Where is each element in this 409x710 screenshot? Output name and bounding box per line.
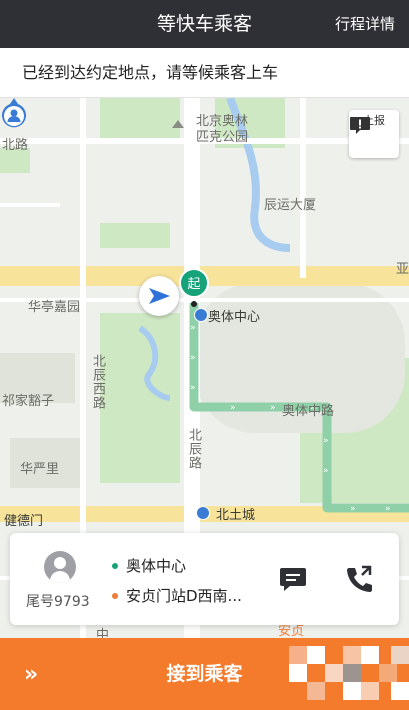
trip-card: 尾号9793 奥体中心 安贞门站D西南... xyxy=(10,533,399,625)
route-start: 奥体中心 xyxy=(112,551,242,581)
map-label-ya: 亚 xyxy=(396,262,409,277)
trip-details-link[interactable]: 行程详情 xyxy=(335,0,395,48)
start-dot-icon xyxy=(112,563,118,569)
map-label-huayanli: 华严里 xyxy=(20,462,60,477)
route-end-label: 安贞门站D西南... xyxy=(126,587,242,605)
end-dot-icon xyxy=(112,593,118,599)
metro-station-icon xyxy=(196,506,210,520)
passenger-avatar xyxy=(44,551,76,583)
pickup-slider[interactable]: » 接到乘客 xyxy=(0,638,409,710)
passenger-tail-number: 尾号9793 xyxy=(26,594,90,610)
blurred-region xyxy=(289,646,409,700)
status-notice: 已经到达约定地点，请等候乘客上车 xyxy=(0,48,409,98)
map-label-beitucheng: 北土城 xyxy=(216,508,256,523)
notice-text: 已经到达约定地点，请等候乘客上车 xyxy=(22,63,279,82)
map-label-chenyun: 辰运大厦 xyxy=(264,198,317,213)
svg-text:»: » xyxy=(350,504,356,514)
header-bar: 等快车乘客 行程详情 xyxy=(0,0,409,48)
svg-text:»: » xyxy=(323,466,329,476)
svg-text:»: » xyxy=(190,323,196,333)
start-point-dot xyxy=(191,301,197,307)
svg-text:»: » xyxy=(190,383,196,393)
phone-icon[interactable] xyxy=(343,564,373,594)
map-label-zhong: 中 xyxy=(96,628,110,638)
svg-text:»: » xyxy=(270,403,276,413)
alert-icon xyxy=(350,117,370,134)
map-label-huating: 华亭嘉园 xyxy=(28,300,81,315)
map-label-beichen-road: 北辰路 xyxy=(186,428,201,470)
map-label-aoti-center: 奥体中心 xyxy=(208,310,261,325)
map-label-jiandemen: 健德门 xyxy=(4,514,44,529)
svg-text:»: » xyxy=(323,436,329,446)
report-button[interactable]: 上报 xyxy=(349,110,399,158)
map-label-beichen-west-road: 北辰西路 xyxy=(90,354,105,410)
map-label-park: 北京奥林匹克公园 xyxy=(196,114,249,145)
passenger-location-icon xyxy=(2,98,27,128)
map-label-north-road: 北路 xyxy=(2,138,29,153)
svg-text:»: » xyxy=(190,353,196,363)
svg-text:»: » xyxy=(385,504,391,514)
route-start-label: 奥体中心 xyxy=(126,557,187,575)
message-icon[interactable] xyxy=(278,564,308,594)
metro-station-icon xyxy=(194,308,208,322)
svg-text:»: » xyxy=(230,403,236,413)
start-marker: 起 xyxy=(179,268,209,298)
route-end: 安贞门站D西南... xyxy=(112,581,242,611)
map-label-aoti-road: 奥体中路 xyxy=(282,404,335,419)
route-summary: 奥体中心 安贞门站D西南... xyxy=(112,551,242,611)
driver-location-icon xyxy=(139,276,179,316)
map-label-qijiahuozi: 祁家豁子 xyxy=(2,394,55,409)
